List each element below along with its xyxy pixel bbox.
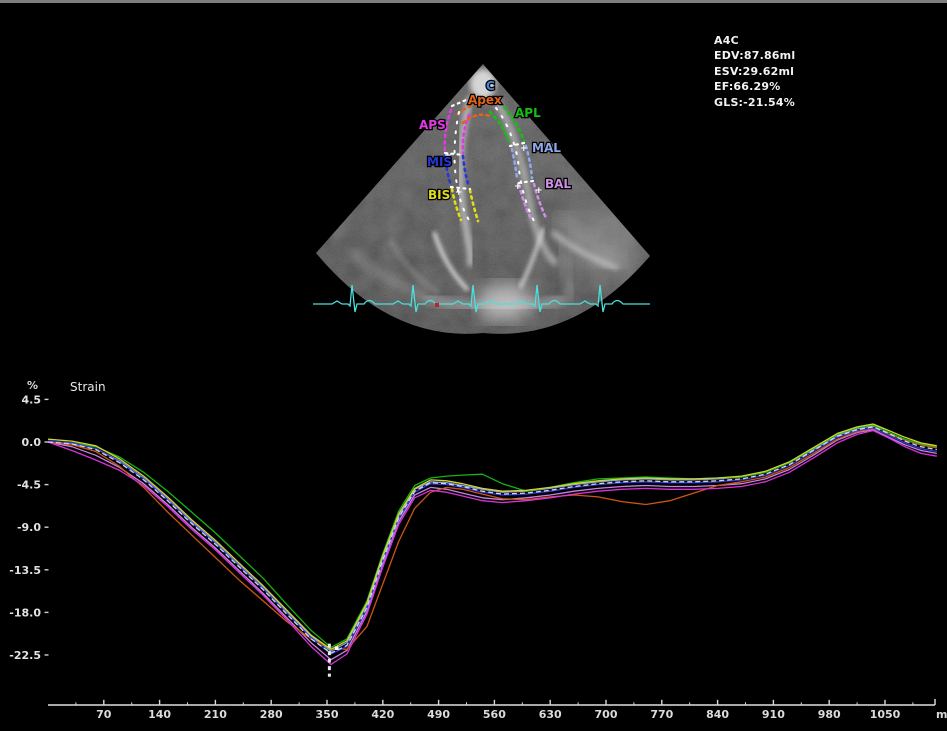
x-tick-label: 490 — [427, 708, 450, 721]
segment-label-BAL: BAL — [545, 177, 571, 191]
y-tick-label: -13.5 — [9, 564, 41, 577]
x-tick-label: 70 — [96, 708, 112, 721]
segment-label-Apex: Apex — [468, 93, 502, 107]
segment-label-MAL: MAL — [532, 141, 561, 155]
svg-text:+: + — [455, 188, 463, 198]
y-tick-label: 4.5 — [22, 393, 42, 406]
x-tick-label: 840 — [706, 708, 729, 721]
y-axis-unit: % — [27, 379, 38, 392]
svg-text:+: + — [535, 186, 543, 196]
measurement-line: EDV:87.86ml — [714, 48, 795, 63]
y-tick-label: -9.0 — [17, 521, 41, 534]
segment-label-C: C — [486, 79, 495, 93]
x-tick-label: 770 — [650, 708, 673, 721]
x-tick-label: 630 — [539, 708, 562, 721]
x-tick-label: 1050 — [870, 708, 901, 721]
x-tick-label: 350 — [316, 708, 339, 721]
measurement-line: GLS:-21.54% — [714, 95, 795, 110]
segment-label-APS: APS — [419, 118, 446, 132]
x-tick-label: 980 — [818, 708, 841, 721]
measurement-line: EF:66.29% — [714, 79, 795, 94]
segment-label-BIS: BIS — [428, 188, 450, 202]
x-tick-label: 700 — [595, 708, 618, 721]
segment-label-APL: APL — [515, 106, 541, 120]
echo-strain-screen: + + + + + + CApexAPLAPSMALMISBALBIS A4CE… — [0, 0, 947, 731]
x-tick-label: 560 — [483, 708, 506, 721]
strain-curve-APS — [48, 431, 937, 665]
strain-curve-APL — [48, 425, 937, 647]
svg-text:+: + — [520, 144, 528, 154]
strain-chart: % Strain 4.5 0.0 -4.5 -9.0 -13.5 -18.0 -22.5 7… — [0, 365, 947, 731]
strain-curves — [48, 424, 937, 665]
measurement-line: ESV:29.62ml — [714, 64, 795, 79]
ultrasound-image: + + + + + + CApexAPLAPSMALMISBALBIS — [0, 0, 947, 365]
y-tick-label: -18.0 — [9, 606, 41, 619]
x-axis: 70 140 210 280 350 420 490 560 630 700 770 840 910 98… — [48, 699, 935, 721]
x-tick-label: 210 — [204, 708, 227, 721]
x-tick-label: 420 — [371, 708, 394, 721]
x-tick-label: 280 — [260, 708, 283, 721]
y-axis: 4.5 0.0 -4.5 -9.0 -13.5 -18.0 -22.5 — [9, 393, 48, 662]
chart-title: Strain — [70, 380, 106, 394]
x-axis-unit: ms — [936, 708, 947, 721]
ecg-cursor-marker — [435, 303, 439, 307]
measurement-line: A4C — [714, 33, 795, 48]
y-tick-label: -22.5 — [9, 649, 41, 662]
y-tick-label: -4.5 — [17, 479, 41, 492]
y-tick-label: 0.0 — [22, 436, 42, 449]
segment-label-MIS: MIS — [427, 155, 452, 169]
x-tick-label: 140 — [148, 708, 171, 721]
svg-text:+: + — [514, 182, 522, 192]
x-tick-label: 910 — [762, 708, 785, 721]
measurements-panel: A4CEDV:87.86mlESV:29.62mlEF:66.29%GLS:-2… — [714, 33, 795, 110]
